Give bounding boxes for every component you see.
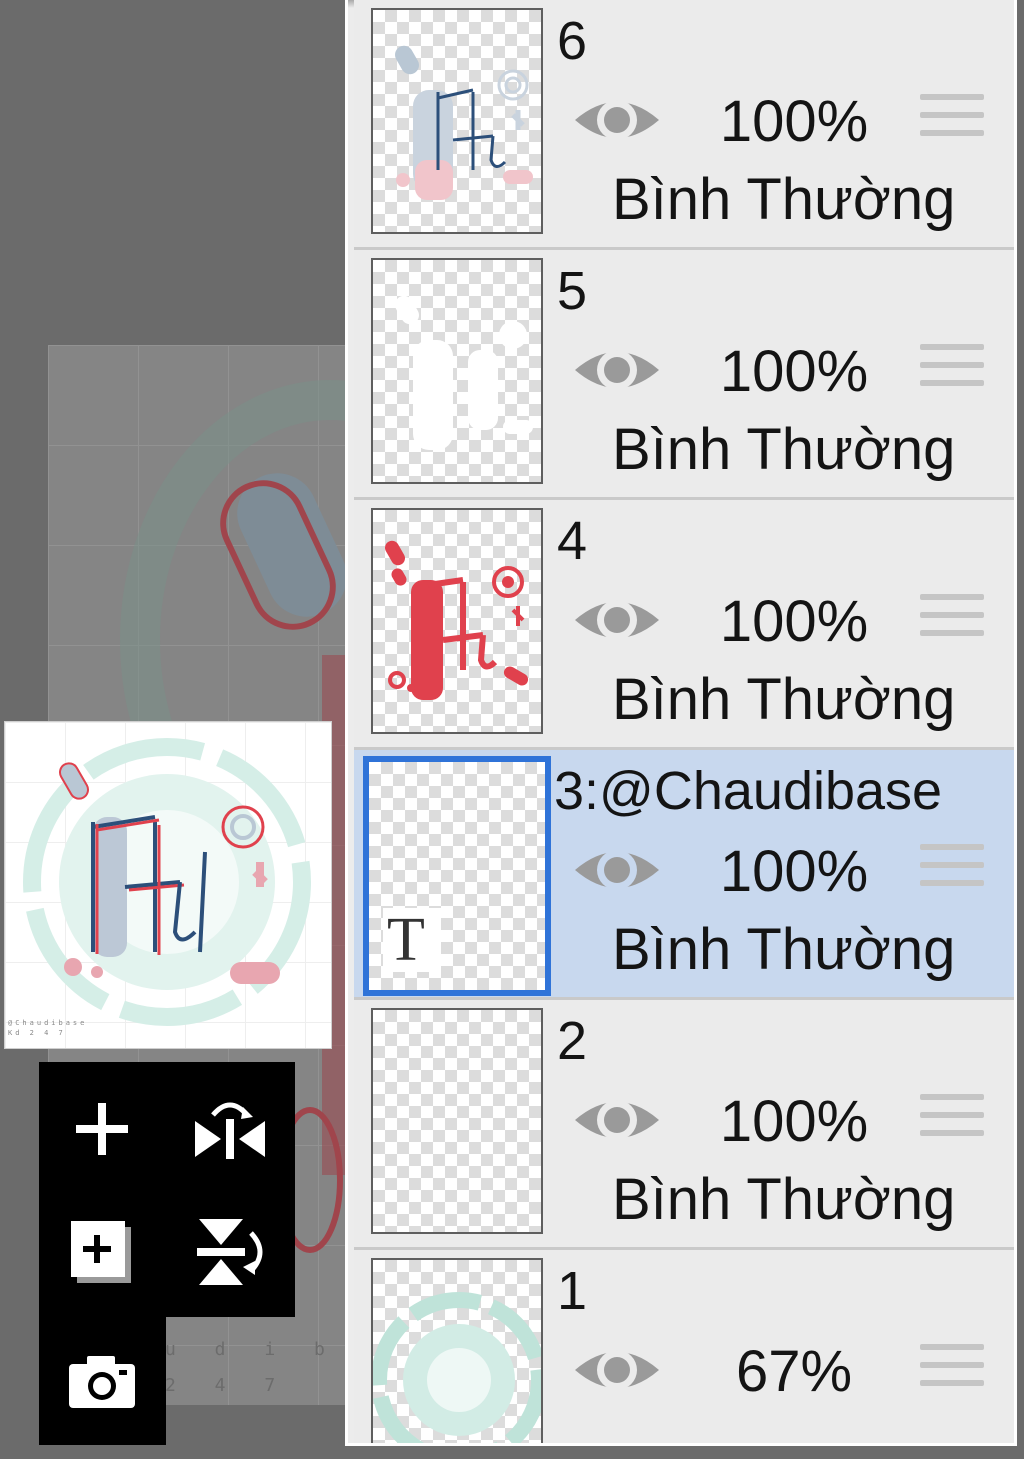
flip-vertical-icon[interactable] xyxy=(185,1207,275,1297)
layer-thumbnail[interactable]: T xyxy=(363,756,551,996)
layer-row-4[interactable]: 4 100% Bình Thường xyxy=(354,500,1014,750)
layer-row-1[interactable]: 1 67% xyxy=(354,1250,1014,1443)
drag-handle-icon[interactable] xyxy=(920,1344,984,1396)
eye-icon[interactable] xyxy=(572,840,662,900)
preview-credit: @Chaudibase Kd 2 4 7 xyxy=(8,1018,87,1038)
layer-name[interactable]: 6 xyxy=(557,10,587,72)
layer-blend-mode[interactable]: Bình Thường xyxy=(612,666,955,733)
eye-icon[interactable] xyxy=(572,1090,662,1150)
flip-horizontal-icon[interactable] xyxy=(185,1084,275,1174)
layer-opacity[interactable]: 100% xyxy=(684,1088,904,1155)
eye-icon[interactable] xyxy=(572,590,662,650)
layer-blend-mode[interactable]: Bình Thường xyxy=(612,416,955,483)
layer-name[interactable]: 5 xyxy=(557,260,587,322)
canvas-preview[interactable] xyxy=(4,721,332,1049)
layer-opacity[interactable]: 67% xyxy=(684,1338,904,1405)
layer-row-3[interactable]: T 3:@Chaudibase 100% Bình Thường xyxy=(354,750,1014,1000)
layer-opacity[interactable]: 100% xyxy=(684,838,904,905)
drag-handle-icon[interactable] xyxy=(920,1094,984,1146)
layer-opacity[interactable]: 100% xyxy=(684,338,904,405)
layer-name[interactable]: 1 xyxy=(557,1260,587,1322)
layer-blend-mode[interactable]: Bình Thường xyxy=(612,166,955,233)
layer-row-5[interactable]: 5 100% Bình Thường xyxy=(354,250,1014,500)
drag-handle-icon[interactable] xyxy=(920,594,984,646)
preview-credit-line2: Kd 2 4 7 xyxy=(8,1029,66,1037)
plus-icon[interactable] xyxy=(57,1084,147,1174)
layer-opacity[interactable]: 100% xyxy=(684,588,904,655)
drag-handle-icon[interactable] xyxy=(920,344,984,396)
layer-thumbnail[interactable] xyxy=(371,508,543,734)
layer-thumbnail[interactable] xyxy=(371,1008,543,1234)
layer-thumbnail[interactable] xyxy=(371,258,543,484)
layer-row-6[interactable]: 6 100% Bình Thường xyxy=(354,0,1014,250)
layer-row-2[interactable]: 2 100% Bình Thường xyxy=(354,1000,1014,1250)
layer-blend-mode[interactable]: Bình Thường xyxy=(612,916,955,983)
camera-icon[interactable] xyxy=(57,1337,147,1427)
drag-handle-icon[interactable] xyxy=(920,94,984,146)
layer-thumbnail[interactable] xyxy=(371,1258,543,1443)
layer-name[interactable]: 2 xyxy=(557,1010,587,1072)
layer-name[interactable]: 4 xyxy=(557,510,587,572)
eye-icon[interactable] xyxy=(572,1340,662,1400)
eye-icon[interactable] xyxy=(572,90,662,150)
layer-actions-toolbar xyxy=(39,1062,295,1317)
preview-artwork xyxy=(23,738,311,1026)
layer-name[interactable]: 3:@Chaudibase xyxy=(554,760,942,822)
layer-thumbnail[interactable] xyxy=(371,8,543,234)
eye-icon[interactable] xyxy=(572,340,662,400)
layer-actions-toolbar-bottom xyxy=(39,1317,166,1445)
preview-credit-line1: @Chaudibase xyxy=(8,1019,88,1027)
drag-handle-icon[interactable] xyxy=(920,844,984,896)
text-layer-badge: T xyxy=(383,908,441,972)
layer-opacity[interactable]: 100% xyxy=(684,88,904,155)
duplicate-layer-icon[interactable] xyxy=(57,1207,147,1297)
layer-blend-mode[interactable]: Bình Thường xyxy=(612,1166,955,1233)
layer-panel[interactable]: 6 100% Bình Thường 5 100% Bình Thường 4 … xyxy=(345,0,1017,1446)
